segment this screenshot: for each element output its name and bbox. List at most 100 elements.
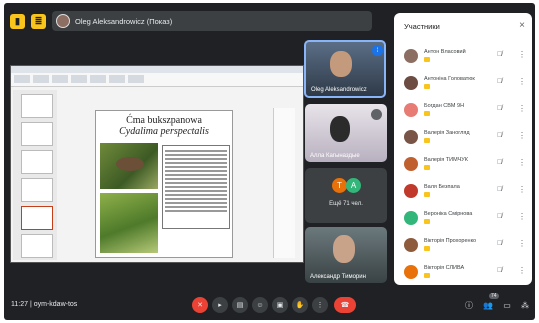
mic-muted-icon[interactable]: 🎙̸ bbox=[497, 213, 502, 220]
participant-badge bbox=[424, 111, 430, 116]
more-icon[interactable]: ⋮ bbox=[518, 266, 526, 275]
moth-photo bbox=[100, 143, 158, 189]
avatar bbox=[404, 49, 418, 63]
bottom-bar: 11:27 | oym-kdaw-tos ✕ ▸ ▤ ☺ ▣ ✋ ⋮ ☎ ⓘ 👥… bbox=[4, 292, 535, 320]
participant-row[interactable]: Валя Безпала 🎙̸ ⋮ bbox=[394, 179, 532, 206]
mic-muted-icon[interactable]: 🎙̸ bbox=[497, 132, 502, 139]
avatar: T bbox=[332, 178, 347, 193]
emoji-icon[interactable]: ☺ bbox=[252, 297, 268, 313]
participant-tile[interactable]: Александр Тиморин bbox=[305, 227, 387, 283]
raise-hand-icon[interactable]: ✋ bbox=[292, 297, 308, 313]
slide-thumbnail bbox=[21, 178, 53, 202]
slide-thumbnails bbox=[13, 90, 57, 260]
slide-thumbnail bbox=[21, 122, 53, 146]
more-participants-label: Ещё 71 чел. bbox=[329, 201, 363, 207]
end-call-icon[interactable]: ☎ bbox=[334, 297, 356, 313]
participants-count-badge: 74 bbox=[489, 293, 499, 299]
slide-thumbnail bbox=[21, 234, 53, 258]
participant-row[interactable]: Богдан СВМ 9Н 🎙̸ ⋮ bbox=[394, 98, 532, 125]
whiteboard-icon[interactable]: ≣ bbox=[31, 13, 46, 29]
participant-row[interactable]: Антоніна Головатюк 🎙̸ ⋮ bbox=[394, 71, 532, 98]
participant-badge bbox=[424, 165, 430, 170]
participant-badge bbox=[424, 273, 430, 278]
presenter-label: Oleg Aleksandrowicz (Показ) bbox=[75, 16, 173, 26]
slide-thumbnail bbox=[21, 94, 53, 118]
participant-badge bbox=[424, 138, 430, 143]
meeting-info: 11:27 | oym-kdaw-tos bbox=[11, 301, 77, 308]
slide-canvas: Ćma bukszpanowa Cydalima perspectalis bbox=[95, 110, 233, 258]
participant-tile[interactable]: Алла Кагыназдые bbox=[305, 104, 387, 162]
meet-window: ▮ ≣ Oleg Aleksandrowicz (Показ) Ćma buks… bbox=[4, 3, 535, 320]
speaking-icon: ⁞ bbox=[372, 45, 383, 56]
participant-badge bbox=[424, 84, 430, 89]
separator: | bbox=[29, 301, 32, 308]
participant-name: Вікторія СЛИВА bbox=[424, 265, 465, 271]
meeting-code: oym-kdaw-tos bbox=[33, 301, 78, 308]
participant-name: Александр Тиморин bbox=[310, 274, 366, 280]
mic-muted-icon[interactable]: 🎙̸ bbox=[497, 78, 502, 85]
more-icon[interactable]: ⋮ bbox=[518, 50, 526, 59]
more-icon[interactable]: ⋮ bbox=[518, 239, 526, 248]
mic-muted-icon[interactable]: 🎙̸ bbox=[497, 186, 502, 193]
avatar bbox=[404, 76, 418, 90]
participant-name: Антон Власовий bbox=[424, 49, 466, 55]
participant-tile[interactable]: ⁞ Oleg Aleksandrowicz bbox=[304, 40, 386, 98]
mic-muted-icon[interactable]: 🎙̸ bbox=[497, 51, 502, 58]
people-icon[interactable]: 👥 bbox=[483, 300, 493, 310]
mic-muted-icon[interactable]: 🎙̸ bbox=[497, 105, 502, 112]
avatar bbox=[404, 184, 418, 198]
presenter-pill[interactable]: Oleg Aleksandrowicz (Показ) bbox=[52, 11, 372, 31]
mic-muted-icon[interactable]: 🎙̸ bbox=[497, 240, 502, 247]
participant-row[interactable]: Валерія ТИМЧУК 🎙̸ ⋮ bbox=[394, 152, 532, 179]
chat-icon[interactable]: ▭ bbox=[502, 300, 512, 310]
participant-row[interactable]: Валерія Заногляд 🎙̸ ⋮ bbox=[394, 125, 532, 152]
activities-icon[interactable]: ⁂ bbox=[520, 300, 530, 310]
slide-title: Ćma bukszpanowa bbox=[126, 115, 202, 126]
more-icon[interactable]: ⋮ bbox=[518, 185, 526, 194]
close-icon[interactable]: × bbox=[519, 20, 525, 31]
avatar bbox=[404, 211, 418, 225]
participant-row[interactable]: Вікторія Прохоренко 🎙̸ ⋮ bbox=[394, 233, 532, 260]
info-icon[interactable]: ⓘ bbox=[464, 300, 474, 310]
slide-thumbnail bbox=[21, 150, 53, 174]
shared-screen: Ćma bukszpanowa Cydalima perspectalis bbox=[10, 65, 304, 263]
panel-title: Участники bbox=[404, 22, 440, 31]
top-bar: ▮ ≣ Oleg Aleksandrowicz (Показ) bbox=[10, 10, 372, 32]
powerpoint-side-pane bbox=[273, 108, 295, 258]
participant-name: Oleg Aleksandrowicz bbox=[311, 87, 367, 93]
participant-name: Антоніна Головатюк bbox=[424, 76, 475, 82]
more-icon[interactable]: ⋮ bbox=[518, 131, 526, 140]
avatar bbox=[404, 130, 418, 144]
captions-icon[interactable]: ▤ bbox=[232, 297, 248, 313]
more-participants-tile[interactable]: T A Ещё 71 чел. bbox=[305, 168, 387, 223]
present-screen-icon[interactable]: ▣ bbox=[272, 297, 288, 313]
participant-row[interactable]: Вероніка Смірнова 🎙̸ ⋮ bbox=[394, 206, 532, 233]
participant-name: Вікторія Прохоренко bbox=[424, 238, 477, 244]
more-icon[interactable]: ⋮ bbox=[518, 158, 526, 167]
avatar bbox=[404, 103, 418, 117]
more-options-icon[interactable]: ⋮ bbox=[312, 297, 328, 313]
mic-muted-icon[interactable]: 🎙̸ bbox=[497, 159, 502, 166]
presenter-avatar bbox=[56, 14, 70, 28]
participant-badge bbox=[424, 57, 430, 62]
mic-off-icon[interactable]: ✕ bbox=[192, 297, 208, 313]
mic-muted-icon[interactable]: 🎙̸ bbox=[497, 267, 502, 274]
more-icon[interactable]: ⋮ bbox=[518, 212, 526, 221]
slide-subtitle: Cydalima perspectalis bbox=[119, 126, 209, 137]
participant-row[interactable]: Антон Власовий 🎙̸ ⋮ bbox=[394, 44, 532, 71]
present-icon[interactable]: ▮ bbox=[10, 13, 25, 29]
avatar bbox=[404, 157, 418, 171]
more-icon[interactable]: ⋮ bbox=[518, 77, 526, 86]
avatar: A bbox=[346, 178, 361, 193]
caterpillar-photo bbox=[100, 193, 158, 253]
slide-textbox bbox=[162, 145, 230, 229]
participant-badge bbox=[424, 192, 430, 197]
participant-name: Алла Кагыназдые bbox=[310, 153, 360, 159]
slide-thumbnail-selected bbox=[21, 206, 53, 230]
camera-icon[interactable]: ▸ bbox=[212, 297, 228, 313]
participant-name: Валя Безпала bbox=[424, 184, 460, 190]
participant-badge bbox=[424, 246, 430, 251]
more-icon[interactable]: ⋮ bbox=[518, 104, 526, 113]
participant-name: Вероніка Смірнова bbox=[424, 211, 473, 217]
participant-row[interactable]: Вікторія СЛИВА 🎙̸ ⋮ bbox=[394, 260, 532, 285]
